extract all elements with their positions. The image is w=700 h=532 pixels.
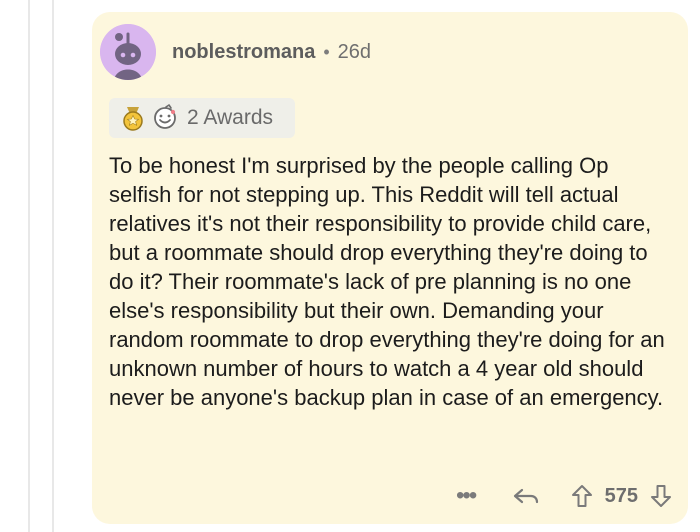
thread-line-inner — [52, 0, 54, 532]
comment-body: To be honest I'm surprised by the people… — [109, 153, 665, 410]
reply-icon — [513, 488, 538, 504]
username[interactable]: noblestromana — [172, 41, 315, 64]
reddit-avatar-icon — [100, 24, 156, 80]
smiling-award-icon — [154, 104, 176, 129]
gold-medal-icon — [123, 107, 143, 131]
comment-header: noblestromana • 26d — [100, 22, 371, 82]
comment-actions: ••• 575 — [449, 480, 678, 512]
comment-age: 26d — [337, 40, 372, 63]
comment-screenshot: noblestromana • 26d 2 Awards To be hones… — [0, 0, 700, 532]
thread-line-outer — [28, 0, 30, 532]
comment-card: noblestromana • 26d 2 Awards To be hones… — [92, 12, 688, 524]
upvote-button[interactable] — [565, 480, 599, 512]
reply-button[interactable] — [509, 480, 543, 512]
meta-separator: • — [323, 41, 330, 62]
awards-label: 2 Awards — [187, 106, 273, 129]
avatar[interactable] — [100, 24, 156, 80]
upvote-icon — [571, 485, 592, 507]
vote-score: 575 — [604, 484, 638, 507]
more-options-button[interactable]: ••• — [449, 484, 483, 508]
awards-summary[interactable]: 2 Awards — [109, 98, 295, 138]
downvote-button[interactable] — [644, 480, 678, 512]
downvote-icon — [651, 485, 671, 507]
